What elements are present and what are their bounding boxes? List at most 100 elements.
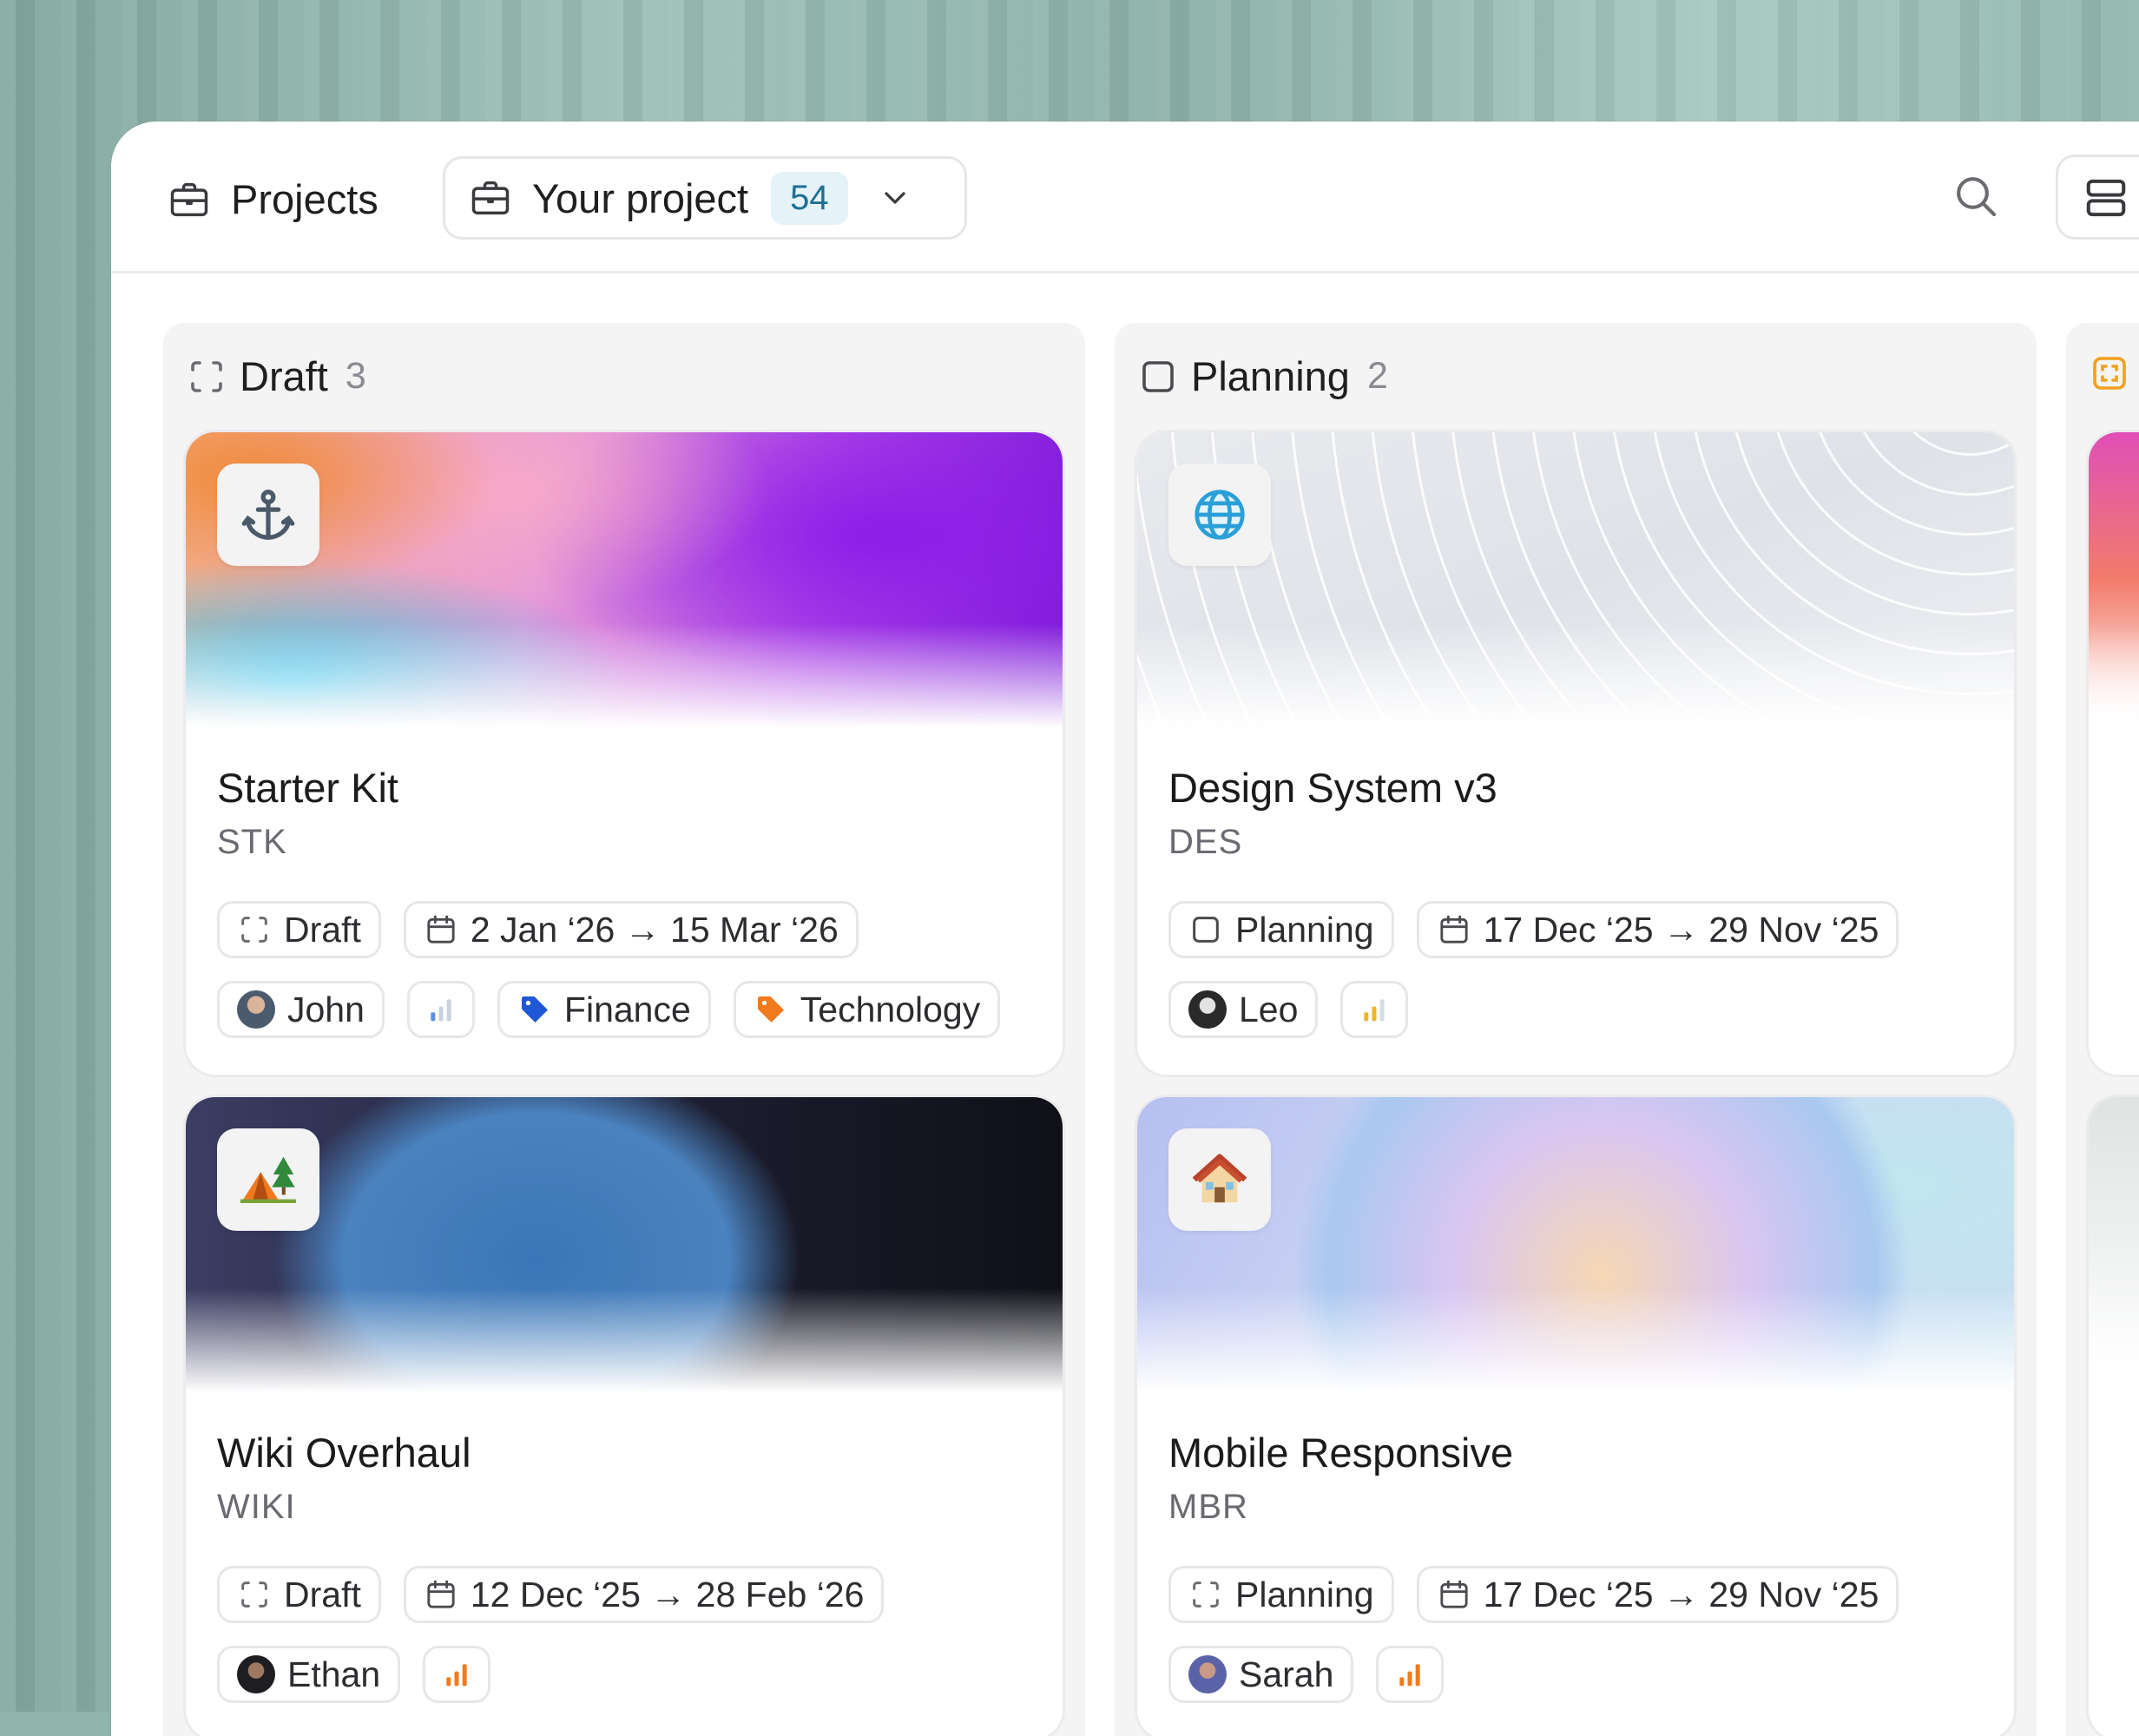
camping-icon — [240, 1156, 297, 1203]
priority-bars-icon — [431, 999, 451, 1022]
search-icon[interactable] — [1951, 172, 2000, 220]
calendar-icon — [1439, 915, 1468, 944]
project-card[interactable]: Wiki Overhaul WIKI Draft 12 Dec ‘25 → 28… — [186, 1097, 1063, 1736]
status-chip[interactable]: Planning — [1168, 1566, 1394, 1623]
column-partial — [2066, 323, 2139, 1736]
assignee-name: Sarah — [1239, 1654, 1334, 1694]
chevron-down-icon — [884, 192, 905, 204]
anchor-icon — [241, 490, 295, 540]
assignee-name: Leo — [1239, 989, 1299, 1029]
column-header: Planning 2 — [1137, 352, 1388, 400]
assignee-name: John — [287, 989, 365, 1029]
card-code: STK — [217, 823, 287, 861]
project-emoji — [1168, 464, 1271, 566]
calendar-icon — [427, 915, 455, 944]
project-card[interactable] — [2089, 432, 2139, 1075]
priority-chip[interactable] — [423, 1646, 491, 1703]
card-cover-image — [2089, 432, 2139, 727]
date-range-chip[interactable]: 2 Jan ‘26 → 15 Mar ‘26 — [403, 901, 859, 958]
tag-icon — [757, 996, 784, 1023]
column-header: Draft 3 — [186, 352, 366, 400]
date-range-label: 12 Dec ‘25 → 28 Feb ‘26 — [470, 1574, 865, 1614]
avatar — [1188, 990, 1227, 1029]
date-range-label: 17 Dec ‘25 → 29 Nov ‘25 — [1483, 1574, 1879, 1614]
tag-chip-technology[interactable]: Technology — [733, 981, 1001, 1038]
assignee-name: Ethan — [287, 1654, 381, 1694]
layout-rows-icon — [2086, 179, 2126, 217]
project-emoji — [217, 464, 319, 566]
card-title: Wiki Overhaul — [217, 1430, 471, 1476]
draft-status-icon — [241, 1581, 267, 1608]
draft-status-icon — [241, 917, 267, 943]
priority-chip[interactable] — [1376, 1646, 1445, 1703]
card-title: Starter Kit — [217, 765, 398, 811]
project-count-badge: 54 — [771, 171, 848, 225]
project-selector[interactable]: Your project 54 — [443, 156, 967, 240]
draft-status-icon — [191, 360, 222, 392]
status-label: Draft — [284, 1574, 361, 1614]
status-chip[interactable]: Draft — [217, 1566, 381, 1623]
date-range-chip[interactable]: 17 Dec ‘25 → 29 Nov ‘25 — [1416, 1566, 1899, 1623]
date-range-chip[interactable]: 17 Dec ‘25 → 29 Nov ‘25 — [1416, 901, 1899, 958]
project-emoji — [1168, 1128, 1271, 1231]
priority-bars-icon — [446, 1664, 467, 1687]
status-label: Planning — [1235, 909, 1374, 950]
column-count: 2 — [1366, 355, 1388, 397]
draft-status-icon — [1193, 1581, 1219, 1608]
date-range-label: 2 Jan ‘26 → 15 Mar ‘26 — [470, 909, 839, 950]
briefcase-icon — [471, 181, 510, 215]
in-progress-status-icon — [2093, 357, 2126, 390]
project-card[interactable]: Mobile Responsive MBR Planning 17 Dec ‘2… — [1137, 1097, 2014, 1736]
calendar-icon — [1439, 1580, 1468, 1608]
assignee-chip[interactable]: John — [217, 981, 385, 1038]
priority-bars-icon — [1364, 999, 1385, 1022]
priority-bars-icon — [1399, 1664, 1421, 1687]
assignee-chip[interactable]: Ethan — [217, 1646, 401, 1703]
house-icon — [1192, 1154, 1247, 1203]
column-draft: Draft 3 Starter Kit STK Draft 2 Jan ‘26 … — [163, 323, 1085, 1736]
tag-chip-finance[interactable]: Finance — [497, 981, 711, 1038]
date-range-label: 17 Dec ‘25 → 29 Nov ‘25 — [1483, 909, 1879, 950]
status-label: Planning — [1235, 1574, 1374, 1614]
project-card[interactable]: Design System v3 DES Planning 17 Dec ‘25… — [1137, 432, 2014, 1075]
priority-chip[interactable] — [406, 981, 475, 1038]
avatar — [1188, 1655, 1227, 1693]
app-window: Projects Your project 54 Draft 3 Starter… — [111, 122, 2139, 1736]
calendar-icon — [427, 1580, 455, 1608]
project-emoji — [217, 1128, 319, 1231]
card-code: WIKI — [217, 1488, 296, 1526]
globe-icon — [1195, 490, 1245, 540]
project-card[interactable] — [2089, 1097, 2139, 1736]
tag-label: Technology — [800, 989, 981, 1029]
column-count: 3 — [345, 355, 366, 397]
status-label: Draft — [284, 909, 361, 950]
column-title: Planning — [1191, 353, 1350, 399]
date-range-chip[interactable]: 12 Dec ‘25 → 28 Feb ‘26 — [403, 1566, 885, 1623]
briefcase-icon — [170, 182, 208, 216]
priority-chip[interactable] — [1340, 981, 1409, 1038]
top-bar: Projects Your project 54 — [111, 122, 2139, 273]
status-chip[interactable]: Draft — [217, 901, 381, 958]
card-cover-image — [2089, 1097, 2139, 1392]
card-code: MBR — [1168, 1488, 1248, 1526]
planning-status-icon — [1193, 917, 1219, 943]
assignee-chip[interactable]: Sarah — [1168, 1646, 1354, 1703]
tag-icon — [521, 996, 548, 1023]
layout-toggle-button[interactable] — [2056, 155, 2139, 240]
assignee-chip[interactable]: Leo — [1168, 981, 1319, 1038]
column-planning: Planning 2 Design System v3 DES Planning — [1115, 323, 2037, 1736]
project-selector-label: Your project — [532, 174, 749, 221]
tag-label: Finance — [563, 989, 691, 1029]
avatar — [237, 990, 275, 1029]
planning-status-icon — [1142, 360, 1174, 392]
card-title: Design System v3 — [1168, 765, 1497, 811]
column-header — [2089, 352, 2130, 394]
column-title: Draft — [240, 353, 328, 399]
card-code: DES — [1168, 823, 1243, 861]
breadcrumb[interactable]: Projects — [167, 175, 378, 223]
status-chip[interactable]: Planning — [1168, 901, 1394, 958]
avatar — [237, 1655, 275, 1693]
project-card[interactable]: Starter Kit STK Draft 2 Jan ‘26 → 15 Mar… — [186, 432, 1063, 1075]
card-title: Mobile Responsive — [1168, 1430, 1514, 1476]
breadcrumb-label: Projects — [231, 176, 378, 222]
